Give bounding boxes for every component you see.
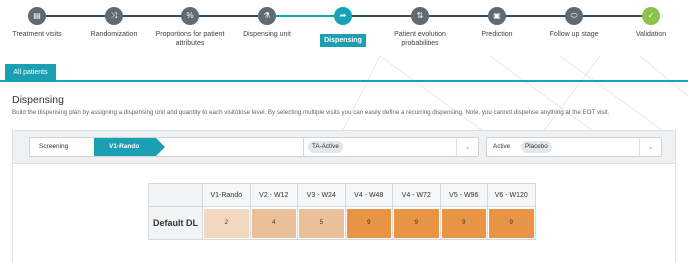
dispensing-cell[interactable]: 9 xyxy=(392,206,441,240)
column-header[interactable]: V4 - W72 xyxy=(392,183,441,207)
dispensing-cell[interactable]: 2 xyxy=(202,206,251,240)
cell-value: 9 xyxy=(441,208,486,238)
dispensing-cell[interactable]: 9 xyxy=(439,206,488,240)
column-header[interactable]: V6 - W120 xyxy=(487,183,536,207)
dispensing-cell[interactable]: 9 xyxy=(487,206,536,240)
row-label-default-dl[interactable]: Default DL xyxy=(148,206,203,240)
unit-tag[interactable]: TA-Active xyxy=(308,141,343,153)
percent-icon: % xyxy=(181,7,199,25)
page-title: Dispensing xyxy=(12,94,64,106)
wizard-stepper: ▤ Treatment visits ⤨ Randomization % Pro… xyxy=(0,0,688,56)
shuffle-icon: ⤨ xyxy=(105,7,123,25)
check-circle-icon: ✓ xyxy=(642,7,660,25)
cell-value: 9 xyxy=(394,208,439,238)
tab-all-patients[interactable]: All patients xyxy=(5,64,56,82)
column-header[interactable]: V1-Rando xyxy=(202,183,251,207)
column-header[interactable]: V3 - W24 xyxy=(297,183,346,207)
column-header[interactable]: V4 - W48 xyxy=(344,183,393,207)
quantity-tag-active[interactable]: Active xyxy=(489,141,514,153)
sort-icon: ⇅ xyxy=(411,7,429,25)
flask-icon: ⚗ xyxy=(258,7,276,25)
dispensing-table: V1-Rando V2 - W12 V3 - W24 V4 - W48 V4 -… xyxy=(148,183,536,240)
cell-value: 9 xyxy=(489,208,534,238)
visit-chip-v1-rando[interactable]: V1-Rando xyxy=(94,138,165,156)
dispensing-cell[interactable]: 9 xyxy=(344,206,393,240)
dispensing-grid-panel: V1-Rando V2 - W12 V3 - W24 V4 - W48 V4 -… xyxy=(12,164,676,262)
pill-icon: ⬭ xyxy=(565,7,583,25)
dispensing-toolbar: Screening V1-Rando TA-Active ⌄ Active Pl… xyxy=(12,130,676,164)
quantity-select[interactable]: Active Placebo ⌄ xyxy=(486,137,662,157)
cell-value: 4 xyxy=(251,208,296,238)
dispensing-cell[interactable]: 5 xyxy=(297,206,346,240)
table-header-row: V1-Rando V2 - W12 V3 - W24 V4 - W48 V4 -… xyxy=(148,183,536,207)
column-header[interactable]: V2 - W12 xyxy=(249,183,298,207)
chevron-down-icon[interactable]: ⌄ xyxy=(456,138,478,156)
dispensing-cell[interactable]: 4 xyxy=(249,206,298,240)
cell-value: 5 xyxy=(299,208,344,238)
step-validation[interactable]: ✓ Validation xyxy=(606,0,688,39)
cell-value: 9 xyxy=(346,208,391,238)
page-description: Build the dispensing plan by assigning a… xyxy=(12,109,610,116)
column-header[interactable]: V5 - W96 xyxy=(439,183,488,207)
table-row: Default DL 2 4 5 9 9 9 9 xyxy=(148,206,536,240)
visit-selector[interactable]: Screening V1-Rando xyxy=(29,137,305,157)
table-corner xyxy=(148,183,203,207)
list-icon: ▤ xyxy=(28,7,46,25)
calendar-check-icon: ▣ xyxy=(488,7,506,25)
patient-tabs: All patients xyxy=(0,62,688,82)
step-label-active: Dispensing xyxy=(320,34,366,47)
step-label: Validation xyxy=(635,31,667,38)
chevron-down-icon[interactable]: ⌄ xyxy=(639,138,661,156)
dispensing-unit-select[interactable]: TA-Active ⌄ xyxy=(303,137,479,157)
quantity-tag-placebo[interactable]: Placebo xyxy=(521,141,552,153)
cell-value: 2 xyxy=(204,208,249,238)
dispense-icon: ➦ xyxy=(334,7,352,25)
visit-chip-screening[interactable]: Screening xyxy=(30,138,90,156)
